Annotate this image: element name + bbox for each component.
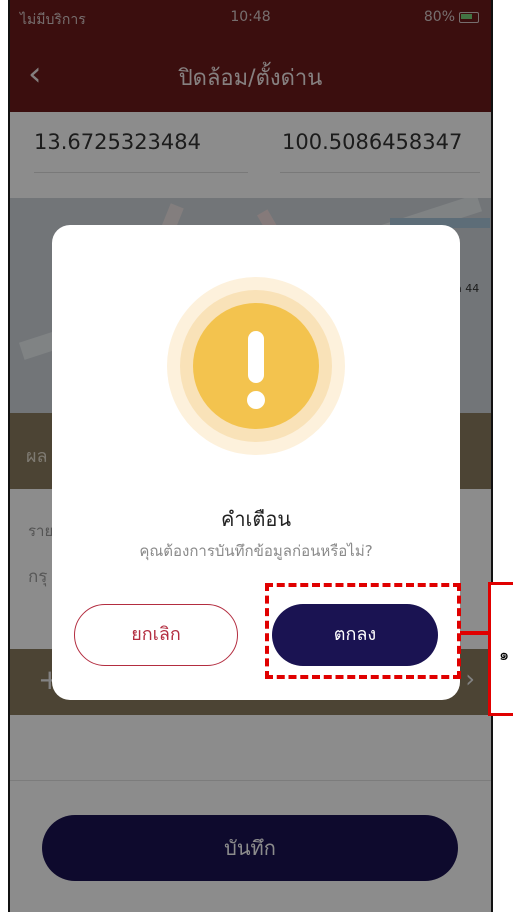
exclamation-dot [247,391,265,409]
annotation-connector [460,631,488,635]
warning-icon [193,303,319,429]
annotation-callout: ๑ [488,582,513,716]
dialog-title: คำเตือน [220,507,292,531]
exclamation-bar [248,331,264,383]
screen: ไม่มีบริการ 10:48 80% ‹ ปิดล้อม/ตั้งด่าน… [0,0,513,912]
dialog-message: คุณต้องการบันทึกข้อมูลก่อนหรือไม่? [139,542,373,560]
cancel-button[interactable]: ยกเลิก [74,604,238,666]
annotation-highlight [265,583,461,679]
annotation-number: ๑ [499,645,510,664]
